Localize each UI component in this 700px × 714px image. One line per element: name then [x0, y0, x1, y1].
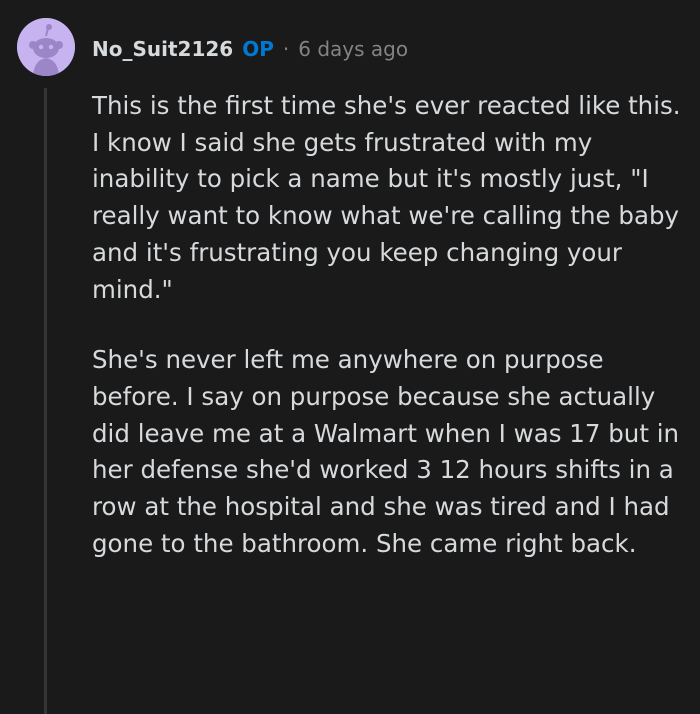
comment-paragraph-1: This is the first time she's ever reacte…	[92, 91, 681, 304]
username[interactable]: No_Suit2126	[92, 37, 233, 61]
comment-timestamp[interactable]: 6 days ago	[298, 37, 408, 61]
meta-separator: ·	[282, 37, 290, 61]
reddit-snoo-icon	[17, 18, 75, 76]
comment-body: This is the first time she's ever reacte…	[92, 88, 682, 562]
comment-paragraph-2: She's never left me anywhere on purpose …	[92, 345, 680, 558]
op-badge: OP	[242, 37, 274, 61]
user-avatar[interactable]	[17, 18, 75, 76]
comment-header: No_Suit2126 OP · 6 days ago	[92, 32, 408, 66]
thread-collapse-line[interactable]	[44, 88, 47, 714]
comment: No_Suit2126 OP · 6 days ago This is the …	[0, 0, 700, 714]
